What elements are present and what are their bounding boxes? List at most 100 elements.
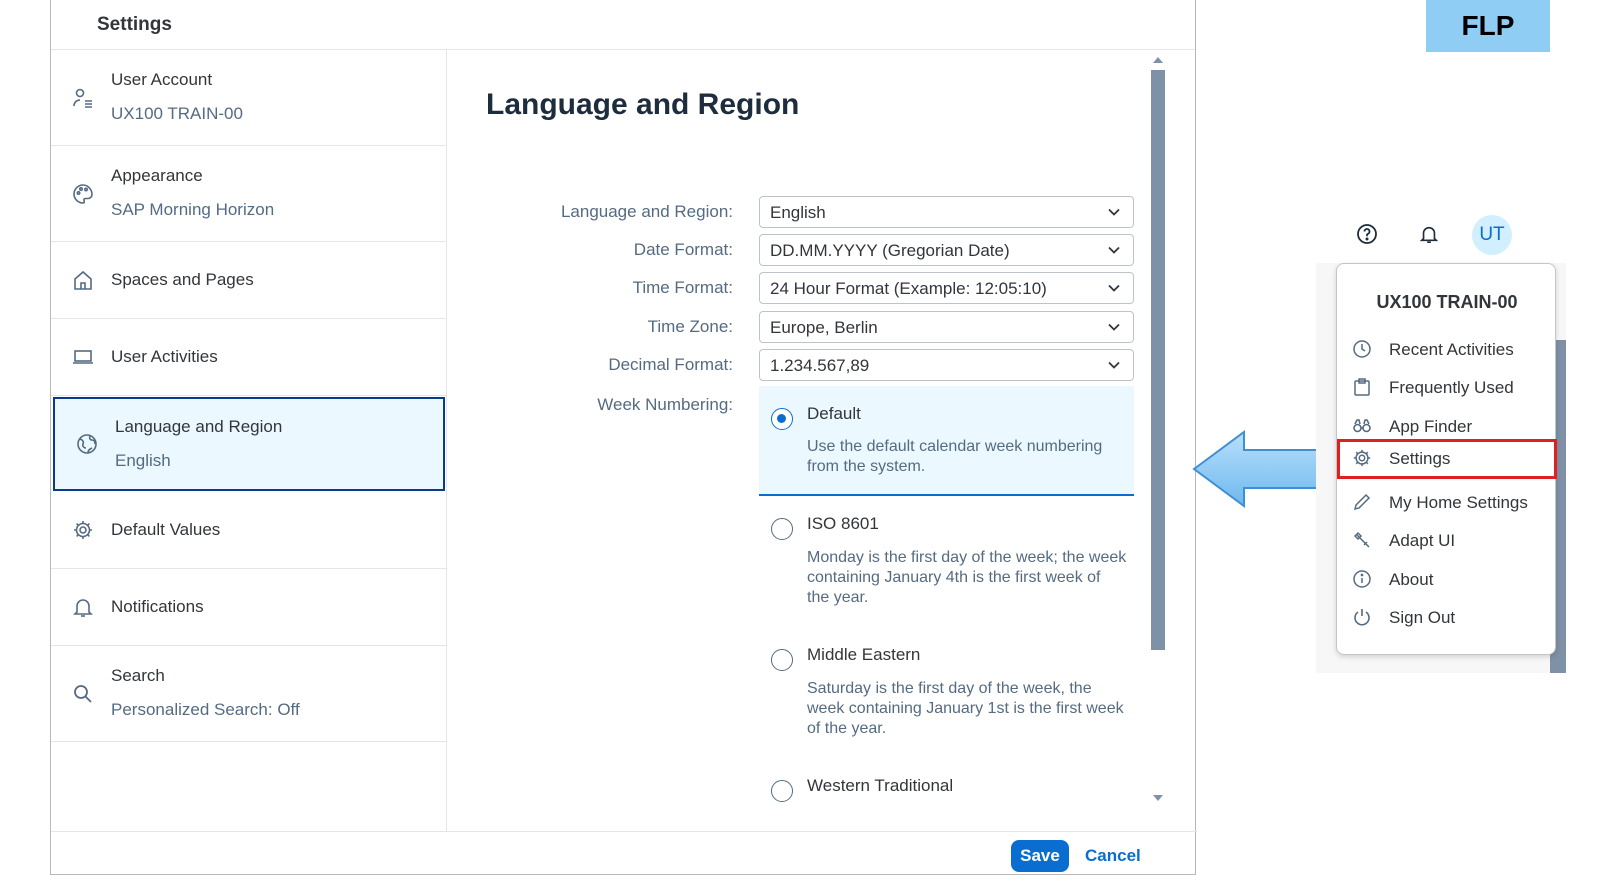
select-value: English	[770, 203, 826, 222]
field-row-time-zone: Time Zone: Europe, Berlin	[448, 311, 1178, 343]
content-scrollbar[interactable]	[1148, 55, 1166, 805]
radio-button[interactable]	[771, 408, 793, 430]
dialog-header: Settings	[51, 0, 1195, 50]
sidebar-item-title: Language and Region	[115, 417, 283, 436]
option-title: Middle Eastern	[807, 645, 921, 664]
field-label: Date Format:	[633, 240, 733, 259]
sidebar-item-search[interactable]: Search Personalized Search: Off	[51, 646, 447, 742]
date-format-select[interactable]: DD.MM.YYYY (Gregorian Date)	[759, 234, 1134, 266]
option-desc: Saturday is the first day of the week, t…	[807, 680, 1124, 737]
settings-content: Language and Region Language and Region:…	[448, 50, 1178, 831]
sidebar-item-spaces-and-pages[interactable]: Spaces and Pages	[51, 242, 447, 319]
week-numbering-label: Week Numbering:	[597, 395, 733, 414]
menu-item-recent-activities[interactable]: Recent Activities	[1337, 330, 1557, 368]
notification-bell-icon[interactable]	[1416, 221, 1442, 247]
menu-item-label: Recent Activities	[1389, 340, 1514, 359]
sidebar-item-subtitle: UX100 TRAIN-00	[111, 104, 243, 123]
cancel-button[interactable]: Cancel	[1085, 846, 1141, 866]
dialog-footer: Save Cancel	[51, 831, 1197, 875]
menu-item-about[interactable]: About	[1337, 560, 1557, 598]
user-account-icon	[71, 86, 95, 110]
field-label: Time Format:	[632, 278, 733, 297]
menu-item-adapt-ui[interactable]: Adapt UI	[1337, 521, 1557, 559]
gear-icon	[1351, 447, 1373, 469]
power-icon	[1351, 606, 1373, 628]
bell-icon	[71, 595, 95, 619]
frequently-used-icon	[1351, 376, 1373, 398]
select-value: 1.234.567,89	[770, 356, 870, 375]
field-row-decimal-format: Decimal Format: 1.234.567,89	[448, 349, 1178, 381]
dialog-title: Settings	[97, 13, 172, 35]
sidebar-item-title: Search	[111, 666, 165, 685]
settings-sidebar: User Account UX100 TRAIN-00 Appearance S…	[51, 50, 447, 831]
option-title: Western Traditional	[807, 776, 954, 795]
week-option-western-traditional[interactable]: Western Traditional	[759, 770, 1134, 810]
menu-item-sign-out[interactable]: Sign Out	[1337, 598, 1557, 636]
sidebar-item-title: User Account	[111, 70, 213, 89]
language-select[interactable]: English	[759, 196, 1134, 228]
sidebar-item-user-account[interactable]: User Account UX100 TRAIN-00	[51, 50, 447, 146]
palette-icon	[71, 182, 95, 206]
menu-item-label: My Home Settings	[1389, 493, 1528, 512]
recent-activities-icon	[1351, 338, 1373, 360]
sidebar-item-subtitle: SAP Morning Horizon	[111, 200, 275, 219]
sidebar-item-notifications[interactable]: Notifications	[51, 569, 447, 646]
menu-item-label: Settings	[1389, 449, 1451, 468]
sidebar-item-appearance[interactable]: Appearance SAP Morning Horizon	[51, 146, 447, 242]
save-button[interactable]: Save	[1011, 840, 1069, 872]
gear-icon	[71, 518, 95, 542]
select-value: Europe, Berlin	[770, 318, 878, 337]
field-row-date-format: Date Format: DD.MM.YYYY (Gregorian Date)	[448, 234, 1178, 266]
decimal-format-select[interactable]: 1.234.567,89	[759, 349, 1134, 381]
app-finder-icon	[1351, 415, 1373, 437]
menu-item-settings[interactable]: Settings	[1337, 439, 1557, 479]
field-row-time-format: Time Format: 24 Hour Format (Example: 12…	[448, 272, 1178, 304]
sidebar-item-subtitle: English	[115, 451, 171, 470]
field-row-language: Language and Region: English	[448, 196, 1178, 228]
sidebar-item-subtitle: Personalized Search: Off	[111, 700, 300, 719]
menu-item-label: Frequently Used	[1389, 378, 1514, 397]
sidebar-item-user-activities[interactable]: User Activities	[51, 319, 447, 396]
globe-icon	[75, 432, 99, 456]
menu-item-my-home-settings[interactable]: My Home Settings	[1337, 483, 1557, 521]
sidebar-item-title: User Activities	[111, 347, 218, 366]
option-title: ISO 8601	[807, 514, 879, 533]
flp-badge: FLP	[1426, 0, 1550, 52]
sidebar-item-default-values[interactable]: Default Values	[51, 492, 447, 569]
scroll-down-arrow-icon[interactable]	[1153, 795, 1163, 801]
scroll-up-arrow-icon[interactable]	[1153, 57, 1163, 63]
search-icon	[71, 682, 95, 706]
scroll-thumb[interactable]	[1151, 70, 1165, 650]
chevron-down-icon	[1108, 323, 1120, 331]
pencil-icon	[1351, 491, 1373, 513]
shell-bar: UT	[1316, 207, 1566, 263]
radio-button[interactable]	[771, 780, 793, 802]
sidebar-item-title: Spaces and Pages	[111, 270, 254, 289]
menu-item-frequently-used[interactable]: Frequently Used	[1337, 368, 1557, 406]
week-option-iso-8601[interactable]: ISO 8601 Monday is the first day of the …	[759, 508, 1134, 628]
menu-item-label: Adapt UI	[1389, 531, 1456, 550]
radio-button[interactable]	[771, 649, 793, 671]
select-value: DD.MM.YYYY (Gregorian Date)	[770, 241, 1010, 260]
field-label: Decimal Format:	[608, 355, 733, 374]
user-avatar[interactable]: UT	[1472, 215, 1512, 255]
menu-item-label: App Finder	[1389, 417, 1473, 436]
chevron-down-icon	[1108, 284, 1120, 292]
option-desc: Use the default calendar week numbering …	[807, 438, 1103, 475]
sidebar-item-language-and-region[interactable]: Language and Region English	[53, 397, 445, 491]
help-icon[interactable]	[1354, 221, 1380, 247]
info-icon	[1351, 568, 1373, 590]
menu-item-label: Sign Out	[1389, 608, 1456, 627]
chevron-down-icon	[1108, 246, 1120, 254]
menu-item-label: About	[1389, 570, 1434, 589]
option-title: Default	[807, 404, 861, 423]
week-option-default[interactable]: Default Use the default calendar week nu…	[759, 386, 1134, 496]
time-format-select[interactable]: 24 Hour Format (Example: 12:05:10)	[759, 272, 1134, 304]
week-option-middle-eastern[interactable]: Middle Eastern Saturday is the first day…	[759, 639, 1134, 759]
settings-dialog: Settings User Account UX100 TRAIN-00 App…	[50, 0, 1197, 875]
sidebar-item-title: Appearance	[111, 166, 203, 185]
user-name: UX100 TRAIN-00	[1376, 292, 1518, 312]
radio-button[interactable]	[771, 518, 793, 540]
time-zone-select[interactable]: Europe, Berlin	[759, 311, 1134, 343]
home-icon	[71, 268, 95, 292]
